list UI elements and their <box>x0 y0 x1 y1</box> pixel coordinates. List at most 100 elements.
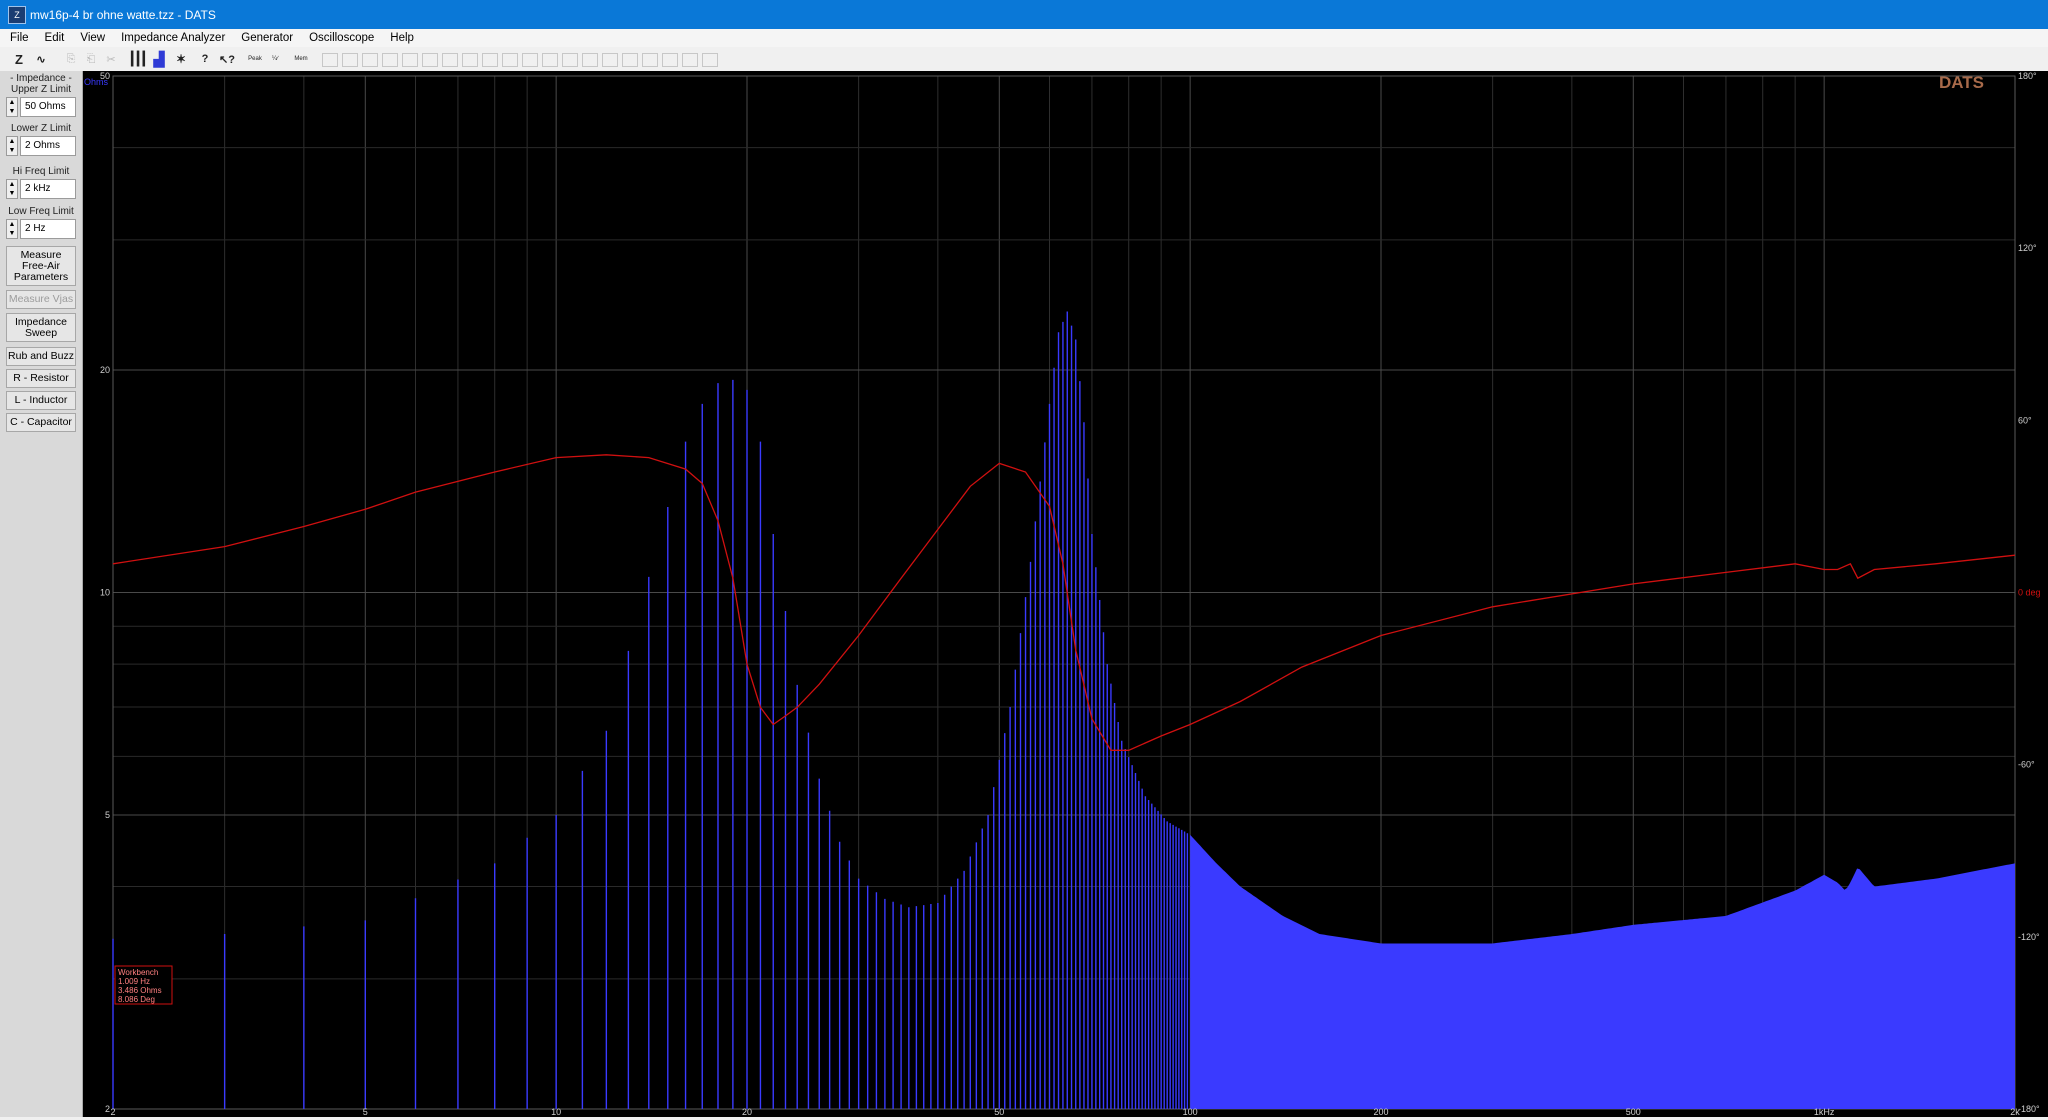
menu-file[interactable]: File <box>0 32 37 44</box>
impedance-sweep-label-1: Impedance <box>15 315 67 328</box>
x-tick-label: 1kHz <box>1814 1107 1835 1117</box>
y2-tick-label: -180° <box>2018 1104 2040 1114</box>
capacitor-button[interactable]: C - Capacitor <box>6 413 76 432</box>
menu-view[interactable]: View <box>72 32 113 44</box>
workbench-title: Workbench <box>118 968 158 977</box>
menu-help[interactable]: Help <box>382 32 422 44</box>
upper-z-label: Upper Z Limit <box>10 84 71 95</box>
measure-free-air-label-3: Parameters <box>13 270 69 283</box>
marker-icon[interactable]: ✶ <box>172 50 190 68</box>
memory-icon[interactable]: Mem <box>292 50 310 68</box>
disabled-tool-icon[interactable] <box>342 53 358 67</box>
disabled-tool-icon[interactable] <box>322 53 338 67</box>
menu-oscilloscope[interactable]: Oscilloscope <box>301 32 382 44</box>
impedance-fill <box>1190 834 2015 1109</box>
paste-icon[interactable]: ⎗ <box>82 50 100 68</box>
x-tick-label: 5 <box>363 1107 368 1117</box>
disabled-tool-icon[interactable] <box>642 53 658 67</box>
low-freq-value[interactable]: 2 Hz <box>20 219 76 239</box>
menu-bar: File Edit View Impedance Analyzer Genera… <box>0 29 2048 47</box>
disabled-tool-icon[interactable] <box>542 53 558 67</box>
measure-free-air-button[interactable]: Measure Free-Air Parameters <box>6 246 76 286</box>
spinner-arrows-icon[interactable]: ▲ ▼ <box>6 219 18 239</box>
inductor-button[interactable]: L - Inductor <box>6 391 76 410</box>
dats-app-icon[interactable]: Z <box>8 5 26 24</box>
hi-freq-value[interactable]: 2 kHz <box>20 179 76 199</box>
impedance-z-icon[interactable]: Z <box>10 50 28 68</box>
menu-impedance-analyzer[interactable]: Impedance Analyzer <box>113 32 233 44</box>
help-icon[interactable]: ? <box>196 50 214 68</box>
disabled-tool-icon[interactable] <box>682 53 698 67</box>
impedance-sweep-button[interactable]: Impedance Sweep <box>6 313 76 342</box>
phase-wave-icon[interactable]: ∿ <box>32 50 50 68</box>
hi-freq-spinner[interactable]: ▲ ▼ 2 kHz <box>6 179 76 199</box>
y-tick-label: 5 <box>105 810 110 820</box>
phase-line <box>112 454 2016 751</box>
disabled-tool-icon[interactable] <box>382 53 398 67</box>
disabled-tool-icon[interactable] <box>482 53 498 67</box>
disabled-tool-icon[interactable] <box>562 53 578 67</box>
y-tick-label: 2 <box>105 1104 110 1114</box>
x-tick-label: 500 <box>1626 1107 1641 1117</box>
compare-icon[interactable]: ¼∕ <box>266 50 284 68</box>
workbench-ohms: 3.486 Ohms <box>118 986 162 995</box>
workbench-deg: 8.086 Deg <box>118 995 155 1004</box>
peak-marker-icon[interactable]: Peak <box>246 50 264 68</box>
ohms-unit-label: Ohms <box>84 77 109 87</box>
rub-and-buzz-button[interactable]: Rub and Buzz <box>6 347 76 366</box>
disabled-tool-icon[interactable] <box>442 53 458 67</box>
resistor-button[interactable]: R - Resistor <box>6 369 76 388</box>
x-tick-label: 20 <box>742 1107 752 1117</box>
workbench-box: Workbench 1.009 Hz 3.486 Ohms 8.086 Deg <box>114 965 173 1005</box>
x-tick-label: 10 <box>551 1107 561 1117</box>
y-tick-labels: 25102050 <box>100 71 110 1114</box>
x-tick-label: 200 <box>1373 1107 1388 1117</box>
measure-free-air-label-2: Free-Air <box>22 259 60 272</box>
menu-generator[interactable]: Generator <box>233 32 301 44</box>
disabled-tool-icon[interactable] <box>402 53 418 67</box>
disabled-tool-icon[interactable] <box>662 53 678 67</box>
disabled-tool-icon[interactable] <box>582 53 598 67</box>
y2-tick-label: -120° <box>2018 932 2040 942</box>
menu-edit[interactable]: Edit <box>37 32 73 44</box>
impedance-bars <box>112 311 1189 1109</box>
measure-vjas-button[interactable]: Measure Vjas <box>6 290 76 309</box>
impedance-plot-area[interactable]: 2 5 10 20 50 100 200 500 1kHz 2k 2 5 10 20 50 -180° -1… <box>83 71 2048 1117</box>
impedance-sidebar: - Impedance - Upper Z Limit ▲ ▼ 50 Ohms L… <box>0 71 83 1117</box>
lower-z-spinner[interactable]: ▲ ▼ 2 Ohms <box>6 136 76 156</box>
toolbar: Z ∿ ⎘ ⎗ ✂ ┃┃┃ ▟ ✶ ? ↖? Peak ¼∕ Mem <box>0 47 2048 72</box>
measure-free-air-label-1: Measure <box>20 248 62 261</box>
y2-tick-label: 180° <box>2018 71 2037 81</box>
x-tick-label: 100 <box>1183 1107 1198 1117</box>
spinner-arrows-icon[interactable]: ▲ ▼ <box>6 97 18 117</box>
disabled-tool-icon[interactable] <box>522 53 538 67</box>
lower-z-label: Lower Z Limit <box>10 123 71 134</box>
y2-tick-label: 120° <box>2018 243 2037 253</box>
disabled-tool-icon[interactable] <box>702 53 718 67</box>
copy-icon[interactable]: ⎘ <box>62 50 80 68</box>
lower-z-value[interactable]: 2 Ohms <box>20 136 76 156</box>
disabled-tool-icon[interactable] <box>502 53 518 67</box>
disabled-tool-icon[interactable] <box>602 53 618 67</box>
dats-brand: DATS <box>1939 73 1984 92</box>
whats-this-icon[interactable]: ↖? <box>218 50 236 68</box>
group-title: - Impedance - <box>10 73 72 84</box>
spinner-arrows-icon[interactable]: ▲ ▼ <box>6 136 18 156</box>
y2-tick-label: 60° <box>2018 415 2032 425</box>
y-tick-label: 10 <box>100 588 110 598</box>
disabled-tool-icon[interactable] <box>622 53 638 67</box>
upper-z-value[interactable]: 50 Ohms <box>20 97 76 117</box>
disabled-tool-icon[interactable] <box>422 53 438 67</box>
low-freq-label: Low Freq Limit <box>8 206 74 217</box>
upper-z-spinner[interactable]: ▲ ▼ 50 Ohms <box>6 97 76 117</box>
disabled-tool-icon[interactable] <box>462 53 478 67</box>
bars-display-icon[interactable]: ┃┃┃ <box>128 50 147 68</box>
spinner-arrows-icon[interactable]: ▲ ▼ <box>6 179 18 199</box>
workbench-freq: 1.009 Hz <box>118 977 150 986</box>
low-freq-spinner[interactable]: ▲ ▼ 2 Hz <box>6 219 76 239</box>
cut-icon[interactable]: ✂ <box>102 50 120 68</box>
filled-display-icon[interactable]: ▟ <box>150 50 168 68</box>
impedance-chart[interactable]: 2 5 10 20 50 100 200 500 1kHz 2k 25102050 -180°-1… <box>83 71 2048 1117</box>
hi-freq-label: Hi Freq Limit <box>12 166 70 177</box>
disabled-tool-icon[interactable] <box>362 53 378 67</box>
